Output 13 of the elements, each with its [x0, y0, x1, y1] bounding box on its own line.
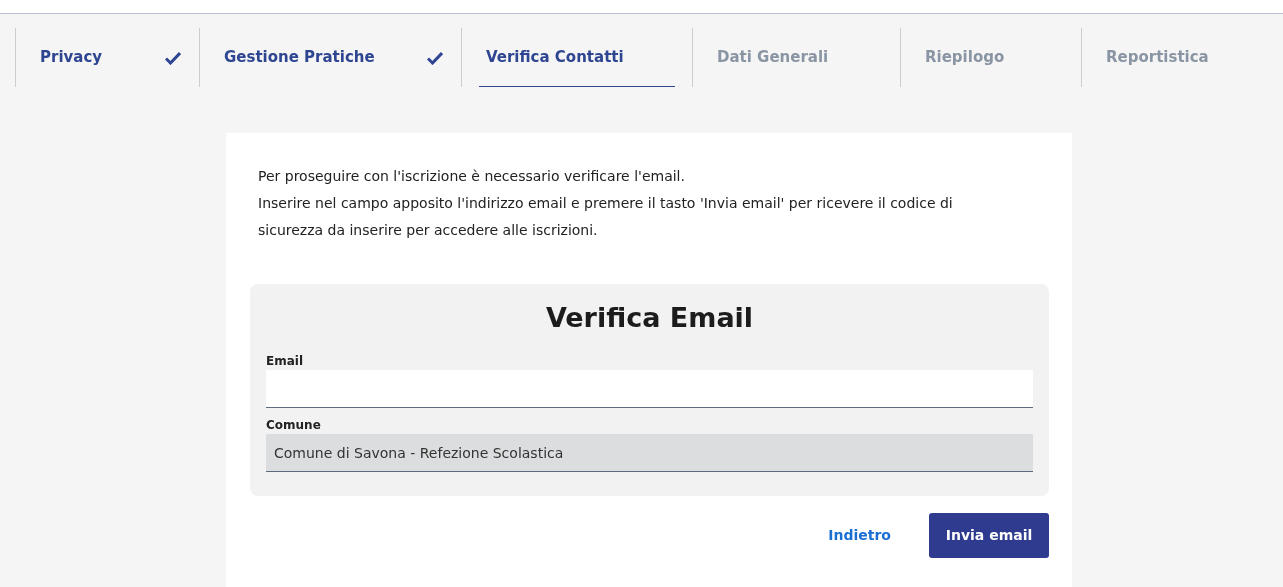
intro-text: Inserire nel campo apposito l'indirizzo email e premere il tasto 'Invia email' per ricevere il codice di sicurezza da inserire per accedere alle iscrizioni. — [258, 194, 954, 240]
input-field[interactable] — [266, 370, 1033, 409]
field-label: Comune — [266, 417, 322, 435]
step-tab[interactable]: Gestione Pratiche — [199, 28, 461, 87]
step-tab[interactable]: Privacy — [15, 28, 199, 87]
intro-text: Per proseguire con l'iscrizione è necessario verificare l'email. — [258, 167, 686, 186]
step-tab[interactable]: Verifica Contatti — [461, 28, 692, 87]
form-title: Verifica Email — [544, 302, 755, 335]
checkmark-icon — [427, 50, 443, 65]
send-email-button[interactable]: Invia email — [929, 513, 1049, 559]
field-label: Email — [266, 353, 305, 371]
back-link[interactable]: Indietro — [828, 525, 891, 547]
checkmark-icon — [165, 50, 181, 65]
